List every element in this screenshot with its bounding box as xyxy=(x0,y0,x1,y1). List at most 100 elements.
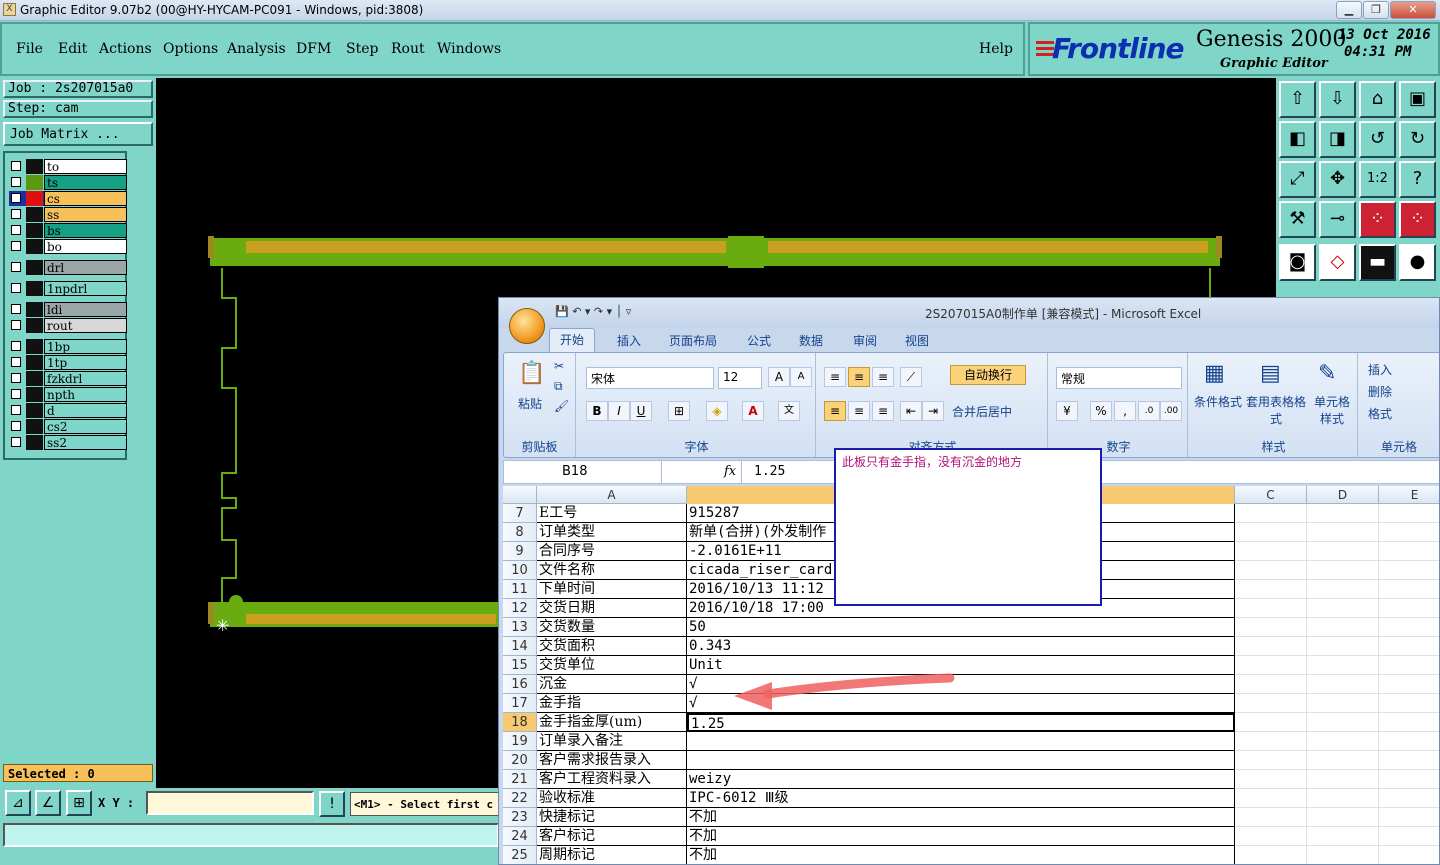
tool-help-icon[interactable]: ? xyxy=(1399,161,1436,198)
decrease-indent-icon[interactable]: ⇤ xyxy=(900,401,922,421)
cell-empty[interactable] xyxy=(1379,561,1439,580)
cell-empty[interactable] xyxy=(1379,789,1439,808)
cell-empty[interactable] xyxy=(1307,827,1379,846)
cell-empty[interactable] xyxy=(1307,561,1379,580)
tab-home[interactable]: 开始 xyxy=(549,328,595,352)
tool-zoom-icon[interactable]: ✥ xyxy=(1319,161,1356,198)
cell-a[interactable]: 下单时间 xyxy=(537,580,687,599)
cell-a[interactable]: 金手指 xyxy=(537,694,687,713)
cell-a[interactable]: 交货数量 xyxy=(537,618,687,637)
tool-fit-icon[interactable]: ⤢ xyxy=(1279,161,1316,198)
column-header-d[interactable]: D xyxy=(1307,486,1379,504)
cell-empty[interactable] xyxy=(1379,751,1439,770)
layer-checkbox[interactable] xyxy=(11,209,21,219)
layer-color-swatch[interactable] xyxy=(26,175,43,190)
format-cells-button[interactable]: 格式 xyxy=(1368,405,1392,422)
cell-a[interactable]: 验收标准 xyxy=(537,789,687,808)
cell-empty[interactable] xyxy=(1379,732,1439,751)
layer-color-swatch[interactable] xyxy=(26,371,43,386)
layer-rout[interactable]: rout xyxy=(9,318,127,333)
underline-icon[interactable]: U xyxy=(630,401,652,421)
cell-empty[interactable] xyxy=(1235,618,1307,637)
cell-empty[interactable] xyxy=(1235,542,1307,561)
menu-rout[interactable]: Rout xyxy=(391,41,425,57)
paste-button[interactable]: 粘贴 xyxy=(518,395,542,412)
cell-empty[interactable] xyxy=(1379,656,1439,675)
cell-a[interactable]: 金手指金厚(um) xyxy=(537,713,687,732)
font-name-select[interactable]: 宋体 xyxy=(586,367,714,389)
format-painter-icon[interactable]: 🖌 xyxy=(554,399,569,413)
cell-empty[interactable] xyxy=(1307,808,1379,827)
grow-font-icon[interactable]: A xyxy=(768,367,790,387)
job-matrix-button[interactable]: Job Matrix ... xyxy=(3,122,153,146)
layer-color-swatch[interactable] xyxy=(26,281,43,296)
delete-cells-button[interactable]: 删除 xyxy=(1368,383,1392,400)
tool-ruler-icon[interactable]: ▬ xyxy=(1359,244,1396,281)
cell-empty[interactable] xyxy=(1235,580,1307,599)
cell-empty[interactable] xyxy=(1379,504,1439,523)
alert-icon[interactable]: ! xyxy=(319,791,345,817)
row-header[interactable]: 16 xyxy=(503,675,537,694)
italic-icon[interactable]: I xyxy=(608,401,630,421)
cell-empty[interactable] xyxy=(1235,504,1307,523)
row-header[interactable]: 24 xyxy=(503,827,537,846)
menu-dfm[interactable]: DFM xyxy=(296,41,331,57)
decrease-decimal-icon[interactable]: .00 xyxy=(1160,401,1182,421)
orientation-icon[interactable]: ⟋ xyxy=(900,367,922,387)
cell-empty[interactable] xyxy=(1235,808,1307,827)
cell-empty[interactable] xyxy=(1307,770,1379,789)
tool-pad-icon[interactable]: ● xyxy=(1399,244,1436,281)
tab-insert[interactable]: 插入 xyxy=(617,332,641,349)
menu-options[interactable]: Options xyxy=(163,41,218,57)
command-line[interactable] xyxy=(3,823,499,847)
cell-empty[interactable] xyxy=(1235,675,1307,694)
layer-checkbox[interactable] xyxy=(11,225,21,235)
cell-a[interactable]: 合同序号 xyxy=(537,542,687,561)
cell-empty[interactable] xyxy=(1235,599,1307,618)
row-header[interactable]: 20 xyxy=(503,751,537,770)
tab-review[interactable]: 审阅 xyxy=(853,332,877,349)
cell-a[interactable]: 交货单位 xyxy=(537,656,687,675)
excel-title-bar[interactable]: 💾 ↶ ▾ ↷ ▾ │ ▿ 2S207015A0制作单 [兼容模式] - Mic… xyxy=(499,298,1439,328)
cell-empty[interactable] xyxy=(1307,542,1379,561)
fx-icon[interactable]: fx xyxy=(666,461,742,483)
cell-empty[interactable] xyxy=(1235,827,1307,846)
layer-1tp[interactable]: 1tp xyxy=(9,355,127,370)
comma-icon[interactable]: , xyxy=(1114,401,1136,421)
cell-empty[interactable] xyxy=(1235,751,1307,770)
row-header[interactable]: 15 xyxy=(503,656,537,675)
layer-ss[interactable]: ss xyxy=(9,207,127,222)
tab-data[interactable]: 数据 xyxy=(799,332,823,349)
tool-net2-icon[interactable]: ⁘ xyxy=(1399,201,1436,238)
office-button-icon[interactable] xyxy=(509,308,545,344)
layer-color-swatch[interactable] xyxy=(26,191,43,206)
row-header[interactable]: 7 xyxy=(503,504,537,523)
cell-a[interactable]: 客户工程资料录入 xyxy=(537,770,687,789)
shrink-font-icon[interactable]: A xyxy=(790,367,812,387)
layer-color-swatch[interactable] xyxy=(26,302,43,317)
layer-checkbox[interactable] xyxy=(11,193,21,203)
layer-color-swatch[interactable] xyxy=(26,260,43,275)
cell-empty[interactable] xyxy=(1379,846,1439,864)
cell-a[interactable]: 客户需求报告录入 xyxy=(537,751,687,770)
layer-checkbox[interactable] xyxy=(11,357,21,367)
currency-icon[interactable]: ¥ xyxy=(1056,401,1078,421)
align-top-icon[interactable]: ≡ xyxy=(824,367,846,387)
layer-drl[interactable]: drl xyxy=(9,260,127,275)
align-left-icon[interactable]: ≡ xyxy=(824,401,846,421)
tool-draw-icon[interactable]: ◇ xyxy=(1319,244,1356,281)
layer-to[interactable]: to xyxy=(9,159,127,174)
tab-view[interactable]: 视图 xyxy=(905,332,929,349)
grid-icon[interactable]: ⊞ xyxy=(66,790,92,816)
conditional-format-button[interactable]: 条件格式 xyxy=(1194,393,1242,410)
cell-empty[interactable] xyxy=(1379,694,1439,713)
row-header[interactable]: 12 xyxy=(503,599,537,618)
layer-checkbox[interactable] xyxy=(11,373,21,383)
layer-checkbox[interactable] xyxy=(11,177,21,187)
close-button[interactable]: ✕ xyxy=(1390,1,1436,19)
layer-color-swatch[interactable] xyxy=(26,387,43,402)
layer-color-swatch[interactable] xyxy=(26,239,43,254)
layer-ss2[interactable]: ss2 xyxy=(9,435,127,450)
layer-fzkdrl[interactable]: fzkdrl xyxy=(9,371,127,386)
tool-undo-icon[interactable]: ↺ xyxy=(1359,121,1396,158)
